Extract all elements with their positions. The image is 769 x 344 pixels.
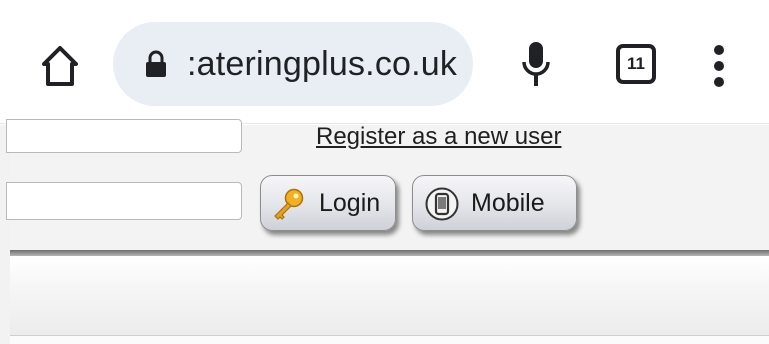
home-icon [42, 46, 78, 86]
register-link[interactable]: Register as a new user [316, 123, 561, 153]
mobile-phone-icon [425, 187, 459, 221]
key-icon [274, 188, 304, 220]
home-button[interactable] [40, 44, 80, 88]
login-button-label: Login [319, 189, 381, 217]
browser-toolbar: :ateringplus.co.uk 11 [0, 0, 769, 124]
login-button[interactable]: Login [260, 175, 396, 231]
content-strip [10, 336, 769, 344]
more-vertical-icon [714, 45, 724, 55]
more-vertical-icon [714, 77, 724, 87]
web-page: Register as a new user Login Mobile [0, 119, 769, 344]
url-text: :ateringplus.co.uk [187, 45, 458, 83]
navigation-bar [10, 256, 769, 336]
voice-search-button[interactable] [521, 40, 551, 88]
password-input[interactable] [6, 182, 242, 220]
lock-icon [146, 50, 166, 77]
login-panel: Register as a new user Login Mobile [6, 119, 769, 249]
username-input[interactable] [6, 119, 242, 153]
tab-count: 11 [616, 44, 656, 84]
tab-switcher-button[interactable]: 11 [616, 44, 656, 84]
address-bar[interactable]: :ateringplus.co.uk [113, 22, 473, 106]
mobile-button[interactable]: Mobile [412, 175, 577, 231]
more-menu-button[interactable] [710, 43, 730, 89]
mobile-button-label: Mobile [471, 189, 545, 217]
more-vertical-icon [714, 61, 724, 71]
microphone-icon [522, 42, 550, 86]
